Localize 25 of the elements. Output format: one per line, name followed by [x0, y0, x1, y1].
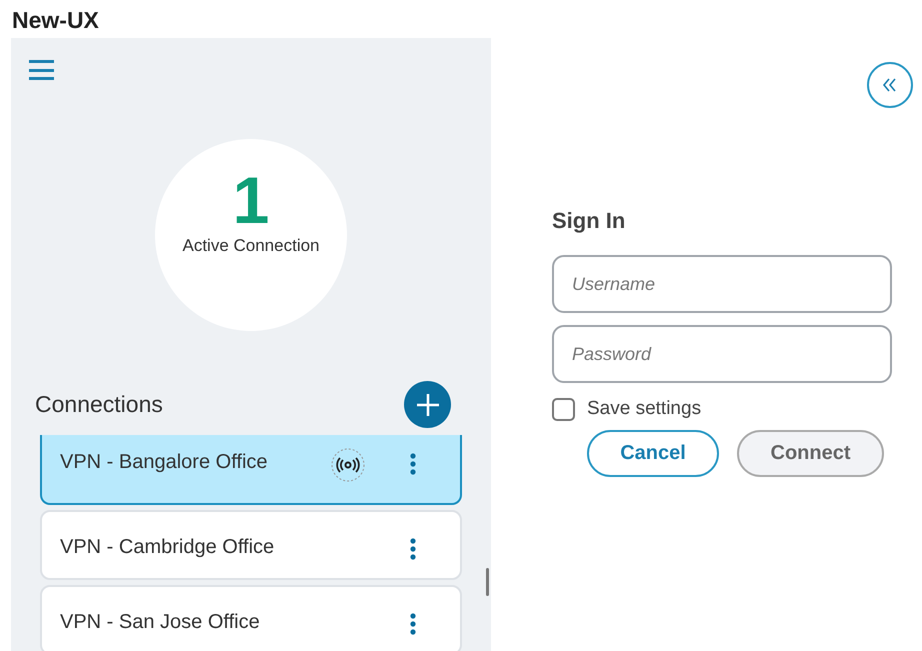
password-field[interactable]: Password — [552, 325, 892, 383]
connection-name: VPN - San Jose Office — [60, 610, 261, 635]
connection-item[interactable]: VPN - Cambridge Office — [40, 510, 462, 580]
username-field[interactable]: Username — [552, 255, 892, 313]
add-button[interactable] — [404, 381, 451, 428]
cancel-button[interactable]: Cancel — [587, 430, 719, 476]
plus-icon — [414, 392, 440, 418]
connection-name: VPN - Cambridge Office — [60, 535, 276, 560]
more-icon[interactable] — [410, 453, 416, 475]
connection-item[interactable]: VPN - San Jose Office — [40, 585, 462, 651]
more-icon[interactable] — [410, 613, 416, 635]
active-label: Active Connection — [182, 235, 320, 257]
menu-icon[interactable] — [29, 59, 54, 81]
page-title: New-UX — [12, 6, 99, 35]
more-icon[interactable] — [410, 538, 416, 560]
connect-button[interactable]: Connect — [737, 430, 884, 476]
collapse-button[interactable] — [867, 62, 913, 108]
active-count: 1 — [232, 167, 270, 233]
connections-heading: Connections — [35, 390, 163, 420]
connection-name: VPN - Bangalore Office — [60, 450, 269, 475]
save-settings-checkbox[interactable] — [552, 398, 575, 421]
save-settings-label: Save settings — [587, 397, 702, 421]
scrollbar-thumb[interactable] — [486, 568, 489, 596]
sign-in-heading: Sign In — [552, 207, 626, 235]
connection-item[interactable]: VPN - Bangalore Office — [40, 435, 462, 505]
